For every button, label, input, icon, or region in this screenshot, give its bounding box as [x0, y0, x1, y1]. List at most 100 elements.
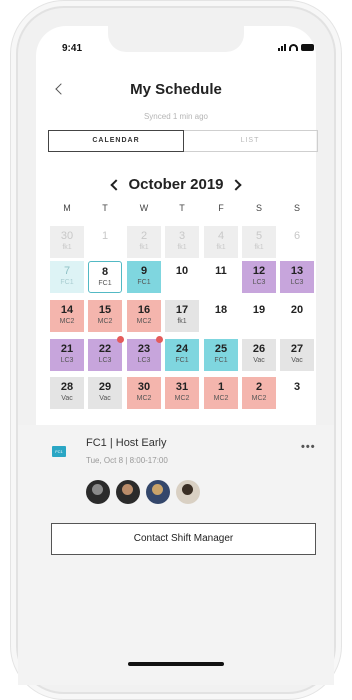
- shift-code: fk1: [254, 244, 264, 251]
- day-number: 1: [101, 230, 109, 242]
- calendar-day[interactable]: 24 FC1: [165, 339, 199, 371]
- calendar-day[interactable]: 11: [204, 261, 238, 293]
- shift-code: MC2: [174, 395, 190, 402]
- calendar-day[interactable]: 2 MC2: [242, 377, 276, 409]
- alert-dot-icon: [156, 336, 163, 343]
- day-number: 14: [60, 304, 74, 316]
- shift-code: MC2: [59, 318, 75, 325]
- shift-code: fk1: [177, 318, 187, 325]
- more-options-icon[interactable]: •••: [301, 441, 316, 453]
- shift-code: MC2: [251, 395, 267, 402]
- calendar-day[interactable]: 10: [165, 261, 199, 293]
- alert-dot-icon: [117, 336, 124, 343]
- calendar-day[interactable]: 2 fk1: [127, 226, 161, 258]
- calendar-day[interactable]: 6: [280, 226, 314, 258]
- day-number: 18: [214, 304, 228, 316]
- day-number: 13: [290, 265, 304, 277]
- calendar-day[interactable]: 7 FC1: [50, 261, 84, 293]
- calendar-day[interactable]: 21 LC3: [50, 339, 84, 371]
- calendar-day[interactable]: 31 MC2: [165, 377, 199, 409]
- day-number: 16: [137, 304, 151, 316]
- calendar-day[interactable]: 17 fk1: [165, 300, 199, 332]
- day-number: 21: [60, 343, 74, 355]
- day-number: 17: [175, 304, 189, 316]
- shift-code: LC3: [60, 357, 74, 364]
- day-number: 31: [175, 381, 189, 393]
- calendar-day[interactable]: 1 MC2: [204, 377, 238, 409]
- calendar-day[interactable]: 28 Vac: [50, 377, 84, 409]
- day-number: 30: [137, 381, 151, 393]
- day-number: 10: [175, 265, 189, 277]
- calendar-day[interactable]: 16 MC2: [127, 300, 161, 332]
- day-number: 12: [252, 265, 266, 277]
- day-number: 19: [252, 304, 266, 316]
- day-number: 20: [290, 304, 304, 316]
- avatar[interactable]: [116, 480, 140, 504]
- calendar-day[interactable]: 29 Vac: [88, 377, 122, 409]
- avatar[interactable]: [86, 480, 110, 504]
- shift-code: Vac: [253, 357, 265, 364]
- shift-code: fk1: [139, 244, 149, 251]
- calendar-day[interactable]: 30 MC2: [127, 377, 161, 409]
- shift-code: MC2: [213, 395, 229, 402]
- calendar-day[interactable]: 25 FC1: [204, 339, 238, 371]
- day-number: 8: [101, 266, 109, 278]
- shift-code: FC1: [137, 279, 151, 286]
- shift-code: FC1: [98, 280, 112, 287]
- day-number: 27: [290, 343, 304, 355]
- calendar-day[interactable]: 5 fk1: [242, 226, 276, 258]
- calendar-day[interactable]: 14 MC2: [50, 300, 84, 332]
- contact-shift-manager-button[interactable]: Contact Shift Manager: [51, 523, 316, 555]
- day-number: 24: [175, 343, 189, 355]
- shift-code: FC1: [214, 357, 228, 364]
- calendar-day[interactable]: 18: [204, 300, 238, 332]
- day-number: 2: [255, 381, 263, 393]
- calendar-day[interactable]: 12 LC3: [242, 261, 276, 293]
- day-number: 26: [252, 343, 266, 355]
- shift-code: LC3: [98, 357, 112, 364]
- calendar-day[interactable]: 1: [88, 226, 122, 258]
- day-number: 30: [60, 230, 74, 242]
- calendar-day[interactable]: 19: [242, 300, 276, 332]
- details-panel: [18, 425, 334, 685]
- calendar-day[interactable]: 22 LC3: [88, 336, 124, 371]
- day-number: 3: [178, 230, 186, 242]
- calendar-day[interactable]: 3 fk1: [165, 226, 199, 258]
- avatar[interactable]: [146, 480, 170, 504]
- shift-code: fk1: [62, 244, 72, 251]
- calendar-day[interactable]: 30 fk1: [50, 226, 84, 258]
- calendar-day[interactable]: 27 Vac: [280, 339, 314, 371]
- day-number: 6: [293, 230, 301, 242]
- day-number: 29: [98, 381, 112, 393]
- calendar-day[interactable]: 23 LC3: [127, 336, 163, 371]
- day-number: 1: [217, 381, 225, 393]
- calendar-day[interactable]: 8 FC1: [88, 261, 122, 293]
- shift-code: fk1: [177, 244, 187, 251]
- shift-code: MC2: [136, 395, 152, 402]
- day-number: 5: [255, 230, 263, 242]
- calendar-day[interactable]: 3: [280, 377, 314, 409]
- shift-title: FC1 | Host Early: [86, 437, 167, 449]
- avatar[interactable]: [176, 480, 200, 504]
- calendar-day[interactable]: 9 FC1: [127, 261, 161, 293]
- calendar-day[interactable]: 20: [280, 300, 314, 332]
- day-number: 11: [215, 265, 227, 277]
- day-number: 9: [140, 265, 148, 277]
- shift-code: Vac: [99, 395, 111, 402]
- day-number: 3: [293, 381, 301, 393]
- calendar-day[interactable]: 15 MC2: [88, 300, 122, 332]
- day-number: 15: [98, 304, 112, 316]
- home-indicator: [128, 662, 224, 666]
- calendar-day[interactable]: 13 LC3: [280, 261, 314, 293]
- shift-code: LC3: [137, 357, 151, 364]
- day-number: 7: [63, 265, 71, 277]
- calendar-grid: 30 fk1 1 2 fk1 3 fk1 4 fk1 5 fk1 6 7 FC1 8 FC1 9 FC1 10 11 1…: [0, 0, 352, 420]
- shift-code: MC2: [97, 318, 113, 325]
- shift-code: LC3: [252, 279, 266, 286]
- day-number: 28: [60, 381, 74, 393]
- calendar-day[interactable]: 4 fk1: [204, 226, 238, 258]
- day-number: 4: [217, 230, 225, 242]
- shift-code: MC2: [136, 318, 152, 325]
- calendar-day[interactable]: 26 Vac: [242, 339, 276, 371]
- shift-code: fk1: [216, 244, 226, 251]
